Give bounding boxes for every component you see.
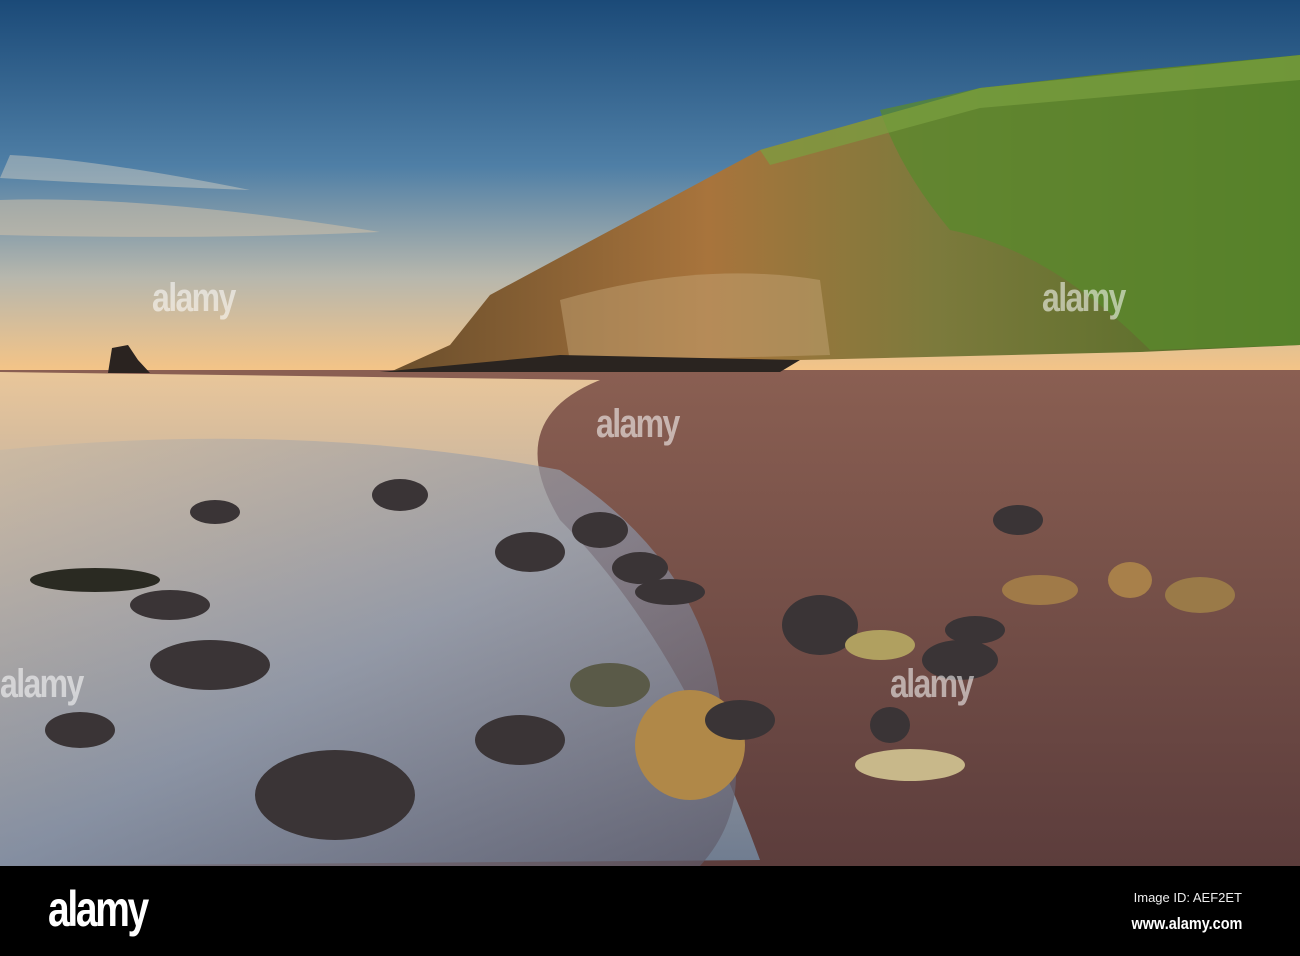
image-id: Image ID: AEF2ET bbox=[1133, 890, 1242, 905]
watermark: alamy bbox=[890, 662, 974, 706]
alamy-logo: alamy bbox=[48, 881, 149, 937]
watermark: alamy bbox=[152, 276, 236, 320]
watermark: alamy bbox=[0, 662, 84, 706]
footer-bar: alamy Image ID: AEF2ET www.alamy.com bbox=[0, 866, 1300, 956]
watermark: alamy bbox=[1042, 276, 1126, 320]
watermark: alamy bbox=[596, 402, 680, 446]
website-url: www.alamy.com bbox=[1131, 914, 1242, 933]
